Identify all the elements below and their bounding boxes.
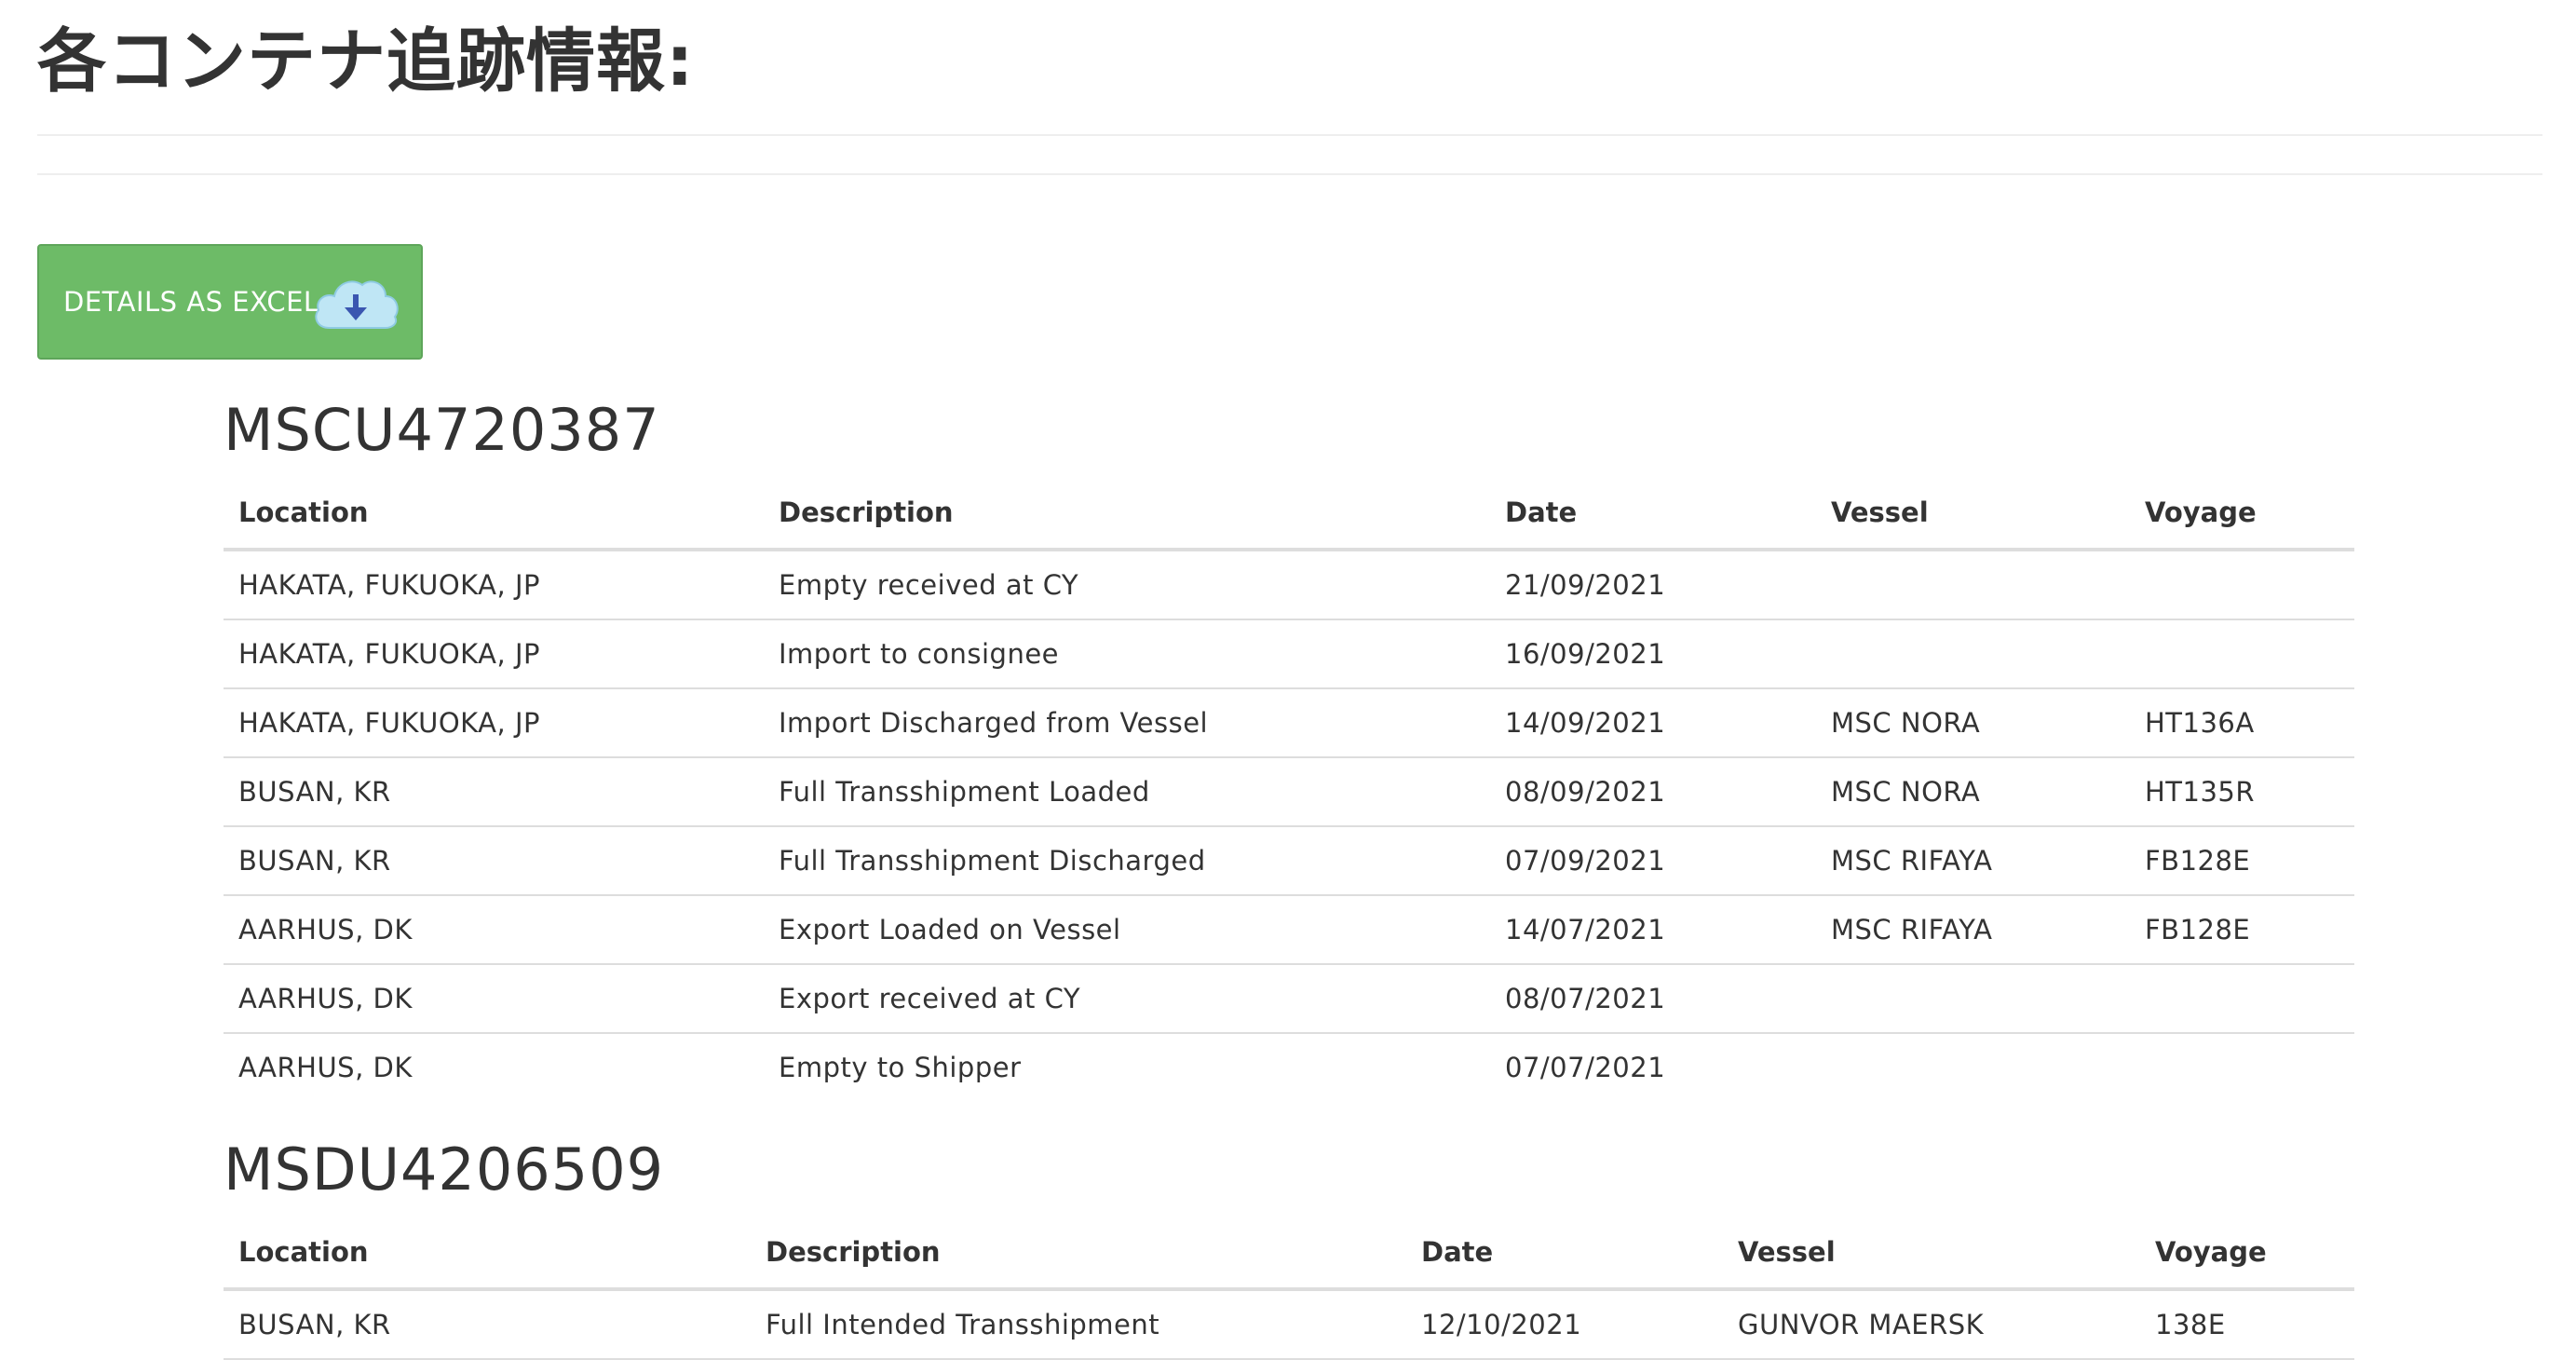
cell-location: AARHUS, DK bbox=[238, 1052, 413, 1083]
cell-voyage: 138E bbox=[2140, 1289, 2354, 1360]
divider bbox=[37, 173, 2542, 175]
table-row: BUSAN, KR Full Transshipment Discharged … bbox=[224, 826, 2354, 896]
cloud-download-icon bbox=[315, 280, 399, 329]
table-header-row: Location Description Date Vessel Voyage bbox=[224, 1217, 2354, 1291]
container-id: MSCU4720387 bbox=[224, 396, 660, 464]
cell-location: BUSAN, KR bbox=[224, 757, 764, 827]
cell-voyage: FB128E bbox=[2130, 826, 2354, 896]
column-header-vessel: Vessel bbox=[1723, 1217, 2140, 1291]
cell-description: Empty to Shipper bbox=[779, 1052, 1022, 1083]
tracking-page: 各コンテナ追跡情報: DETAILS AS EXCEL MSCU4720387 … bbox=[0, 0, 2576, 1360]
cell-description: Empty received at CY bbox=[764, 550, 1490, 620]
column-header-location: Location bbox=[224, 1217, 751, 1291]
column-header-date: Date bbox=[1406, 1217, 1723, 1291]
cell-date: 14/09/2021 bbox=[1490, 688, 1816, 758]
details-as-excel-button[interactable]: DETAILS AS EXCEL bbox=[37, 244, 423, 360]
cell-vessel: MSC NORA bbox=[1816, 757, 2130, 827]
cell-description: Export Loaded on Vessel bbox=[764, 895, 1490, 965]
cell-location: BUSAN, KR bbox=[224, 1289, 751, 1360]
table-header-row: Location Description Date Vessel Voyage bbox=[224, 477, 2354, 551]
table-row: BUSAN, KR Full Intended Transshipment 12… bbox=[224, 1289, 2354, 1360]
column-header-description: Description bbox=[751, 1217, 1406, 1291]
cell-location: HAKATA, FUKUOKA, JP bbox=[224, 619, 764, 689]
table-row: AARHUS, DK Empty to Shipper 07/07/2021 bbox=[224, 1033, 2354, 1101]
cell-voyage bbox=[2130, 550, 2354, 620]
column-header-voyage: Voyage bbox=[2140, 1217, 2354, 1291]
cell-vessel bbox=[1816, 619, 2130, 689]
cell-description: Import to consignee bbox=[764, 619, 1490, 689]
cell-voyage bbox=[2130, 964, 2354, 1034]
table-row: AARHUS, DK Export Loaded on Vessel 14/07… bbox=[224, 895, 2354, 965]
column-header-location: Location bbox=[224, 477, 764, 551]
cell-vessel bbox=[1816, 1033, 2130, 1101]
cell-date: 08/07/2021 bbox=[1490, 964, 1816, 1034]
cell-voyage bbox=[2130, 1033, 2354, 1101]
table-row: HAKATA, FUKUOKA, JP Import to consignee … bbox=[224, 619, 2354, 689]
cell-voyage: HT135R bbox=[2130, 757, 2354, 827]
cell-description: Export received at CY bbox=[764, 964, 1490, 1034]
cell-description: Import Discharged from Vessel bbox=[764, 688, 1490, 758]
cell-location: AARHUS, DK bbox=[224, 964, 764, 1034]
container-id: MSDU4206509 bbox=[224, 1136, 665, 1204]
cell-date: 07/07/2021 bbox=[1505, 1052, 1666, 1083]
cell-vessel: MSC NORA bbox=[1816, 688, 2130, 758]
cell-voyage: FB128E bbox=[2130, 895, 2354, 965]
column-header-date: Date bbox=[1490, 477, 1816, 551]
cell-date: 07/09/2021 bbox=[1490, 826, 1816, 896]
cell-date: 08/09/2021 bbox=[1490, 757, 1816, 827]
column-header-description: Description bbox=[764, 477, 1490, 551]
tracking-table: Location Description Date Vessel Voyage … bbox=[224, 477, 2354, 1101]
container-section: MSDU4206509 Location Description Date Ve… bbox=[224, 1123, 2354, 1360]
cell-location: HAKATA, FUKUOKA, JP bbox=[224, 550, 764, 620]
column-header-voyage: Voyage bbox=[2130, 477, 2354, 551]
page-title: 各コンテナ追跡情報: bbox=[37, 21, 695, 102]
table-row: HAKATA, FUKUOKA, JP Import Discharged fr… bbox=[224, 688, 2354, 758]
divider bbox=[37, 134, 2542, 136]
column-header-vessel: Vessel bbox=[1816, 477, 2130, 551]
cell-date: 12/10/2021 bbox=[1406, 1289, 1723, 1360]
table-row: BUSAN, KR Full Transshipment Loaded 08/0… bbox=[224, 757, 2354, 827]
cell-vessel: MSC RIFAYA bbox=[1816, 895, 2130, 965]
cell-location: AARHUS, DK bbox=[224, 895, 764, 965]
cell-voyage bbox=[2130, 619, 2354, 689]
tracking-table: Location Description Date Vessel Voyage … bbox=[224, 1217, 2354, 1360]
details-as-excel-label: DETAILS AS EXCEL bbox=[63, 286, 319, 318]
cell-description: Full Transshipment Discharged bbox=[764, 826, 1490, 896]
cell-location: BUSAN, KR bbox=[224, 826, 764, 896]
table-row: AARHUS, DK Export received at CY 08/07/2… bbox=[224, 964, 2354, 1034]
cell-date: 14/07/2021 bbox=[1490, 895, 1816, 965]
cell-location: HAKATA, FUKUOKA, JP bbox=[224, 688, 764, 758]
cell-date: 21/09/2021 bbox=[1490, 550, 1816, 620]
cell-description: Full Intended Transshipment bbox=[751, 1289, 1406, 1360]
cell-vessel: MSC RIFAYA bbox=[1816, 826, 2130, 896]
cell-vessel bbox=[1816, 550, 2130, 620]
table-row: HAKATA, FUKUOKA, JP Empty received at CY… bbox=[224, 550, 2354, 620]
cell-vessel: GUNVOR MAERSK bbox=[1723, 1289, 2140, 1360]
cell-voyage: HT136A bbox=[2130, 688, 2354, 758]
cell-date: 16/09/2021 bbox=[1490, 619, 1816, 689]
cell-vessel bbox=[1816, 964, 2130, 1034]
cell-description: Full Transshipment Loaded bbox=[764, 757, 1490, 827]
container-section: MSCU4720387 Location Description Date Ve… bbox=[224, 384, 2354, 1101]
